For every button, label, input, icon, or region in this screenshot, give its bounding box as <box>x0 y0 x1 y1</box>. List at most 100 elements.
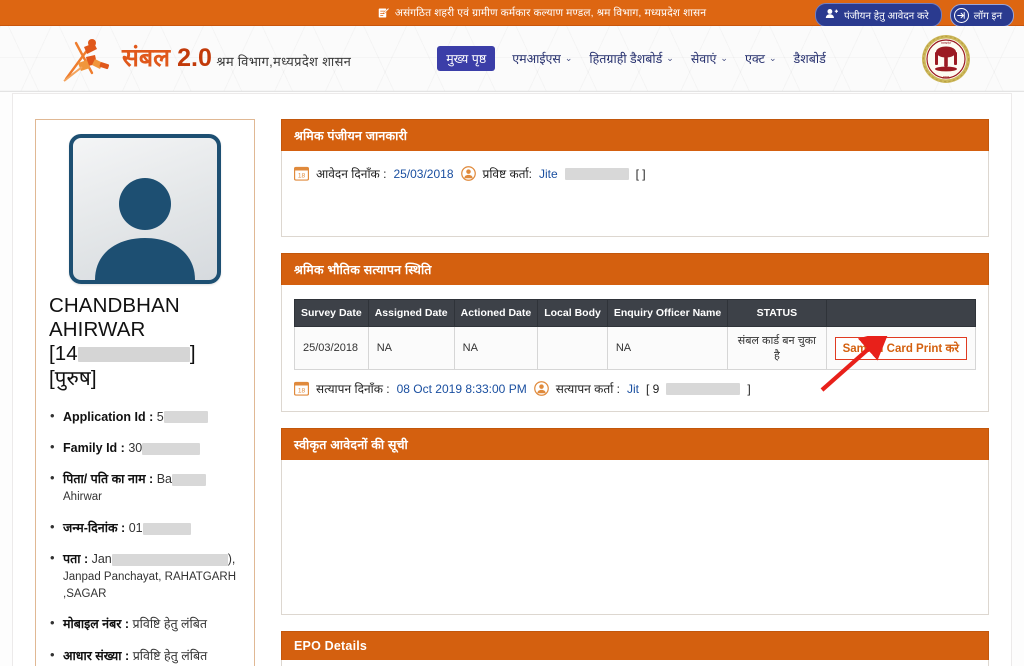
col-assigned-date: Assigned Date <box>367 299 455 327</box>
profile-field-mobile: मोबाइल नंबर : प्रविष्टि हेतु लंबित <box>49 614 241 633</box>
nav-item-services-label: सेवाएं <box>690 52 717 66</box>
panel-epo-body <box>281 660 989 666</box>
verification-user-label: सत्यापन कर्ता : <box>555 382 621 396</box>
content-area: CHANDBHAN AHIRWAR [14] [पुरुष] Applicati… <box>12 93 1012 666</box>
nav-item-mis[interactable]: एमआईएस ⌄ <box>512 50 572 67</box>
redacted-id <box>77 347 190 363</box>
nav-item-dashboard[interactable]: डैशबोर्ड <box>794 50 826 67</box>
profile-field-family-id: Family Id : 30 <box>49 438 241 457</box>
profile-column: CHANDBHAN AHIRWAR [14] [पुरुष] Applicati… <box>13 94 265 666</box>
nav-item-mis-label: एमआईएस <box>512 52 561 66</box>
cell-enquiry-officer: NA <box>606 326 729 370</box>
redacted-value <box>111 553 228 566</box>
cell-survey-date: 25/03/2018 <box>294 326 369 370</box>
nav-item-act-label: एक्ट <box>744 52 765 66</box>
profile-field-value: 01 <box>128 520 143 535</box>
login-button[interactable]: लॉग इन <box>949 3 1014 27</box>
table-row: 25/03/2018 NA NA NA संबल कार्ड बन चुका ह… <box>294 326 977 370</box>
panel-registration-body: 18 आवेदन दिनाँक : 25/03/2018 प्रविष्ट कर… <box>281 151 989 237</box>
panel-epo-title: EPO Details <box>281 631 989 660</box>
profile-field-value: प्रविष्टि हेतु लंबित <box>132 617 208 632</box>
default-person-avatar-icon <box>95 178 195 280</box>
profile-name: CHANDBHAN AHIRWAR [14] [पुरुष] <box>49 294 241 391</box>
profile-id-prefix: [14 <box>49 342 78 366</box>
col-survey-date: Survey Date <box>294 299 369 327</box>
table-header-row: Survey Date Assigned Date Actioned Date … <box>294 299 977 327</box>
cell-status: संबल कार्ड बन चुका है <box>727 326 827 370</box>
user-circle-icon <box>533 381 549 396</box>
profile-field-value: 30 <box>128 440 143 455</box>
top-notice-label: असंगठित शहरी एवं ग्रामीण कर्मकार कल्याण … <box>394 6 707 19</box>
nav-item-home-label: मुख्य पृष्ठ <box>446 52 487 66</box>
register-button-label: पंजीयन हेतु आवेदन करे <box>843 11 929 22</box>
profile-field-value: Jan <box>91 551 112 566</box>
registration-date-value: 25/03/2018 <box>393 166 454 181</box>
profile-field-tail: ), <box>227 551 236 566</box>
nav-item-home[interactable]: मुख्य पृष्ठ <box>437 46 496 71</box>
profile-id-line: [14] [पुरुष] <box>49 342 241 390</box>
brand-subtitle: श्रम विभाग,मध्यप्रदेश शासन <box>216 54 352 70</box>
panel-registration-info: श्रमिक पंजीयन जानकारी 18 आवेदन दिनाँक : … <box>281 119 989 237</box>
panel-approved-body <box>281 460 989 615</box>
nav-item-services[interactable]: सेवाएं ⌄ <box>691 50 728 67</box>
nav-item-beneficiary-dashboard[interactable]: हितग्राही डैशबोर्ड ⌄ <box>589 50 673 67</box>
cell-assigned-date: NA <box>367 326 455 370</box>
nav-item-dashboard-label: डैशबोर्ड <box>793 52 826 66</box>
profile-field-label: पिता/ पति का नाम <box>63 472 146 486</box>
sambal-worker-logo-icon <box>62 33 120 85</box>
edit-note-icon <box>378 7 390 19</box>
verification-user-bracket-suffix: ] <box>747 381 751 396</box>
profile-fields-list: Application Id : 5 Family Id : 30 पिता/ … <box>49 407 241 666</box>
profile-field-dob: जन्म-दिनांक : 01 <box>49 518 241 537</box>
sign-in-icon <box>953 7 969 23</box>
panels-column: श्रमिक पंजीयन जानकारी 18 आवेदन दिनाँक : … <box>265 94 1011 666</box>
redacted-value <box>142 442 201 455</box>
sambal-card-print-button[interactable]: Sambal Card Print करे <box>834 336 967 360</box>
profile-field-value: प्रविष्टि हेतु लंबित <box>132 648 208 663</box>
profile-last-name: AHIRWAR <box>49 318 146 342</box>
profile-field-subvalue: Janpad Panchayat, RAHATGARH ,SAGAR <box>63 571 237 600</box>
cell-actioned-date: NA <box>453 326 539 370</box>
page-root: असंगठित शहरी एवं ग्रामीण कर्मकार कल्याण … <box>0 0 1024 666</box>
site-header: संबल 2.0 श्रम विभाग,मध्यप्रदेश शासन मुख्… <box>0 26 1024 92</box>
col-enquiry-officer-name: Enquiry Officer Name <box>606 299 729 327</box>
nav-item-beneficiary-dashboard-label: हितग्राही डैशबोर्ड <box>589 52 663 66</box>
registration-user-value: Jite <box>538 166 558 181</box>
register-button[interactable]: पंजीयन हेतु आवेदन करे <box>814 3 942 27</box>
verification-user-value: Jit <box>627 381 640 396</box>
chevron-down-icon: ⌄ <box>768 53 777 63</box>
chevron-down-icon: ⌄ <box>666 53 674 63</box>
brand-text: संबल 2.0 श्रम विभाग,मध्यप्रदेश शासन <box>122 45 351 71</box>
profile-field-father-husband-name: पिता/ पति का नाम : Ba Ahirwar <box>49 469 241 506</box>
registration-meta-line: 18 आवेदन दिनाँक : 25/03/2018 प्रविष्ट कर… <box>293 165 976 182</box>
user-plus-icon <box>825 8 838 22</box>
col-local-body: Local Body <box>537 299 608 327</box>
avatar <box>69 134 221 284</box>
profile-field-label: मोबाइल नंबर <box>63 617 122 632</box>
top-notice-bar: असंगठित शहरी एवं ग्रामीण कर्मकार कल्याण … <box>0 0 1024 27</box>
profile-field-label: जन्म-दिनांक <box>63 520 118 535</box>
calendar-icon: 18 <box>293 381 310 396</box>
registration-user-bracket: [ ] <box>635 166 646 181</box>
avatar-wrap <box>49 134 241 284</box>
chevron-down-icon: ⌄ <box>564 53 573 63</box>
top-bar-actions: पंजीयन हेतु आवेदन करे लॉग इन <box>814 3 1014 27</box>
panel-epo-details: EPO Details <box>281 631 989 666</box>
registration-date-label: आवेदन दिनाँक : <box>316 167 387 181</box>
nav-item-act[interactable]: एक्ट ⌄ <box>745 50 777 67</box>
profile-field-application-id: Application Id : 5 <box>49 407 241 426</box>
verification-user-bracket-prefix: [ 9 <box>646 381 660 396</box>
cell-local-body <box>537 326 608 370</box>
registration-user-label: प्रविष्ट कर्ता: <box>482 167 532 181</box>
profile-field-label: Family Id <box>63 440 118 455</box>
panel-physical-verification: श्रमिक भौतिक सत्यापन स्थिति Survey Date … <box>281 253 989 412</box>
profile-field-subvalue: Ahirwar <box>63 491 102 504</box>
svg-text:शासन: शासन <box>943 75 950 79</box>
brand-logo[interactable]: संबल 2.0 श्रम विभाग,मध्यप्रदेश शासन <box>62 33 351 85</box>
panel-approved-title: स्वीकृत आवेदनों की सूची <box>281 428 989 460</box>
redacted-value <box>163 411 208 424</box>
redacted-value <box>564 167 629 180</box>
panel-verification-body: Survey Date Assigned Date Actioned Date … <box>281 285 989 412</box>
svg-text:18: 18 <box>298 388 306 395</box>
verification-footer-meta: 18 सत्यापन दिनाँक : 08 Oct 2019 8:33:00 … <box>293 380 976 397</box>
